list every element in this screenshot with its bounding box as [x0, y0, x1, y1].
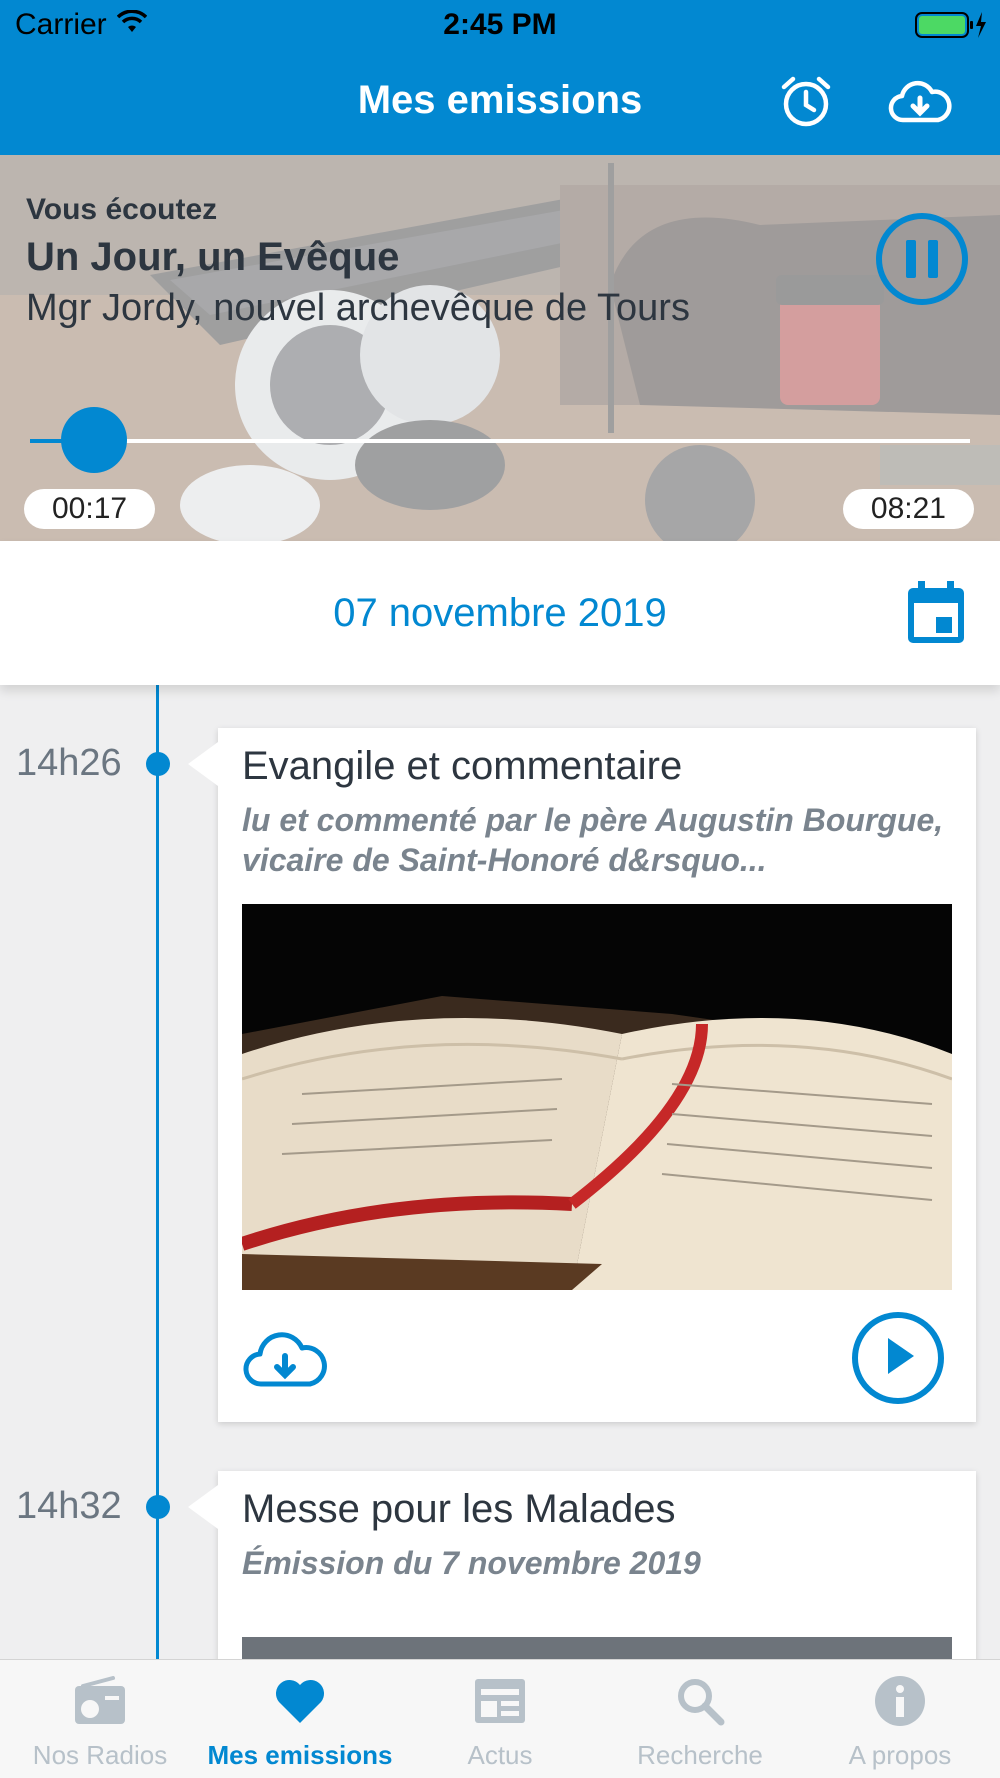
battery-icon	[914, 10, 988, 40]
progress-thumb[interactable]	[60, 407, 127, 473]
tab-recherche[interactable]: Recherche	[600, 1660, 800, 1778]
cloud-download-icon	[888, 78, 952, 131]
program-description: lu et commenté par le père Augustin Bour…	[242, 802, 944, 878]
timeline-dot	[146, 1495, 170, 1519]
card-pointer	[188, 1485, 218, 1529]
page-title: Mes emissions	[357, 78, 643, 122]
progress-fill	[30, 439, 62, 443]
now-playing-panel: Vous écoutez Un Jour, un Evêque Mgr Jord…	[0, 155, 1000, 541]
download-button[interactable]	[240, 1328, 330, 1392]
search-icon	[673, 1674, 727, 1728]
pause-button[interactable]	[876, 213, 968, 305]
date-bar: 07 novembre 2019	[0, 541, 1000, 685]
program-title: Evangile et commentaire	[242, 744, 683, 788]
tab-label: Nos Radios	[32, 1740, 168, 1770]
download-all-button[interactable]	[888, 72, 952, 136]
program-time: 14h26	[16, 742, 122, 784]
newspaper-icon	[473, 1674, 527, 1728]
elapsed-time: 00:17	[24, 489, 156, 529]
total-duration: 08:21	[842, 489, 974, 529]
tab-mes-emissions[interactable]: Mes emissions	[200, 1660, 400, 1778]
calendar-icon	[906, 581, 966, 649]
calendar-button[interactable]	[906, 581, 966, 645]
program-card[interactable]: Messe pour les Malades Émission du 7 nov…	[188, 1471, 976, 1659]
program-title: Messe pour les Malades	[242, 1487, 676, 1531]
tab-label: A propos	[848, 1740, 952, 1770]
tab-nos-radios[interactable]: Nos Radios	[0, 1660, 200, 1778]
tab-label: Recherche	[637, 1740, 763, 1770]
tab-a-propos[interactable]: A propos	[800, 1660, 1000, 1778]
program-image	[242, 904, 952, 1290]
info-icon	[873, 1674, 927, 1728]
tab-label: Mes emissions	[207, 1740, 393, 1770]
program-image	[242, 1637, 952, 1659]
tab-actus[interactable]: Actus	[400, 1660, 600, 1778]
program-card[interactable]: Evangile et commentaire lu et commenté p…	[188, 728, 976, 1422]
progress-track[interactable]	[30, 439, 970, 443]
now-playing-subtitle: Mgr Jordy, nouvel archevêque de Tours	[26, 287, 690, 329]
now-playing-title: Un Jour, un Evêque	[26, 235, 400, 279]
heart-icon	[273, 1674, 327, 1728]
alarm-button[interactable]	[774, 72, 838, 136]
radio-icon	[73, 1674, 127, 1728]
app-header: Carrier 2:45 PM Mes emissions	[0, 0, 1000, 155]
now-playing-label: Vous écoutez	[26, 193, 218, 226]
play-button[interactable]	[852, 1312, 944, 1404]
tab-label: Actus	[467, 1740, 533, 1770]
selected-date[interactable]: 07 novembre 2019	[0, 591, 1000, 636]
program-time: 14h32	[16, 1485, 122, 1527]
program-description: Émission du 7 novembre 2019	[242, 1545, 701, 1581]
status-time: 2:45 PM	[443, 8, 557, 41]
tab-bar: Nos Radios Mes emissions Actus Recherche…	[0, 1659, 1000, 1778]
card-pointer	[188, 742, 218, 786]
cloud-download-icon	[240, 1332, 330, 1396]
play-icon	[878, 1334, 918, 1383]
timeline-dot	[146, 752, 170, 776]
alarm-clock-icon	[779, 75, 833, 134]
program-timeline[interactable]: 14h26 Evangile et commentaire lu et comm…	[0, 685, 1000, 1659]
app-screen: Carrier 2:45 PM Mes emissions Vous écout…	[0, 0, 1000, 1778]
pause-icon	[906, 240, 916, 278]
